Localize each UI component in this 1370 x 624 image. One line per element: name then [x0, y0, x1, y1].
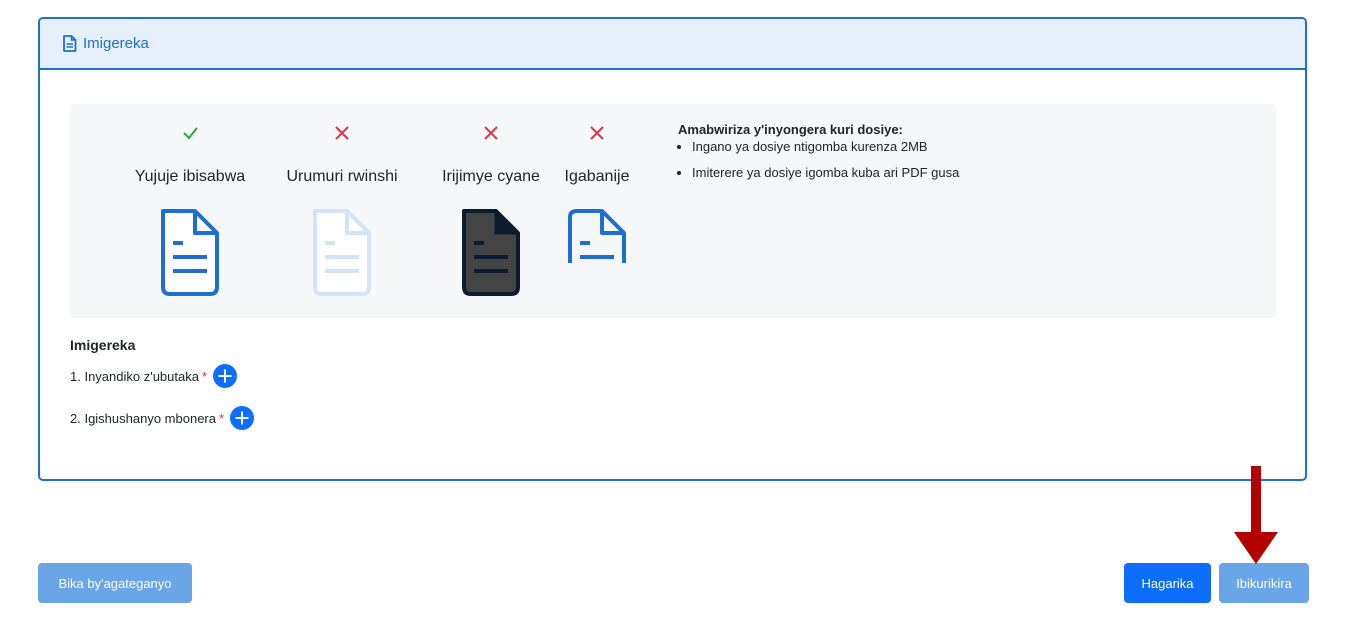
document-dark-icon [456, 207, 526, 302]
attachments-title: Imigereka [70, 337, 136, 353]
document-bright-icon [307, 207, 377, 302]
attachment-label: 1. Inyandiko z'ubutaka [70, 368, 199, 384]
attachment-label: 2. Igishushanyo mbonera [70, 410, 216, 426]
cross-icon [522, 122, 672, 144]
rule-item: Imiterere ya dosiye igomba kuba ari PDF … [692, 165, 959, 181]
document-good-icon [155, 207, 225, 302]
required-asterisk: * [201, 368, 208, 384]
cross-icon [267, 122, 417, 144]
check-icon [115, 122, 265, 144]
add-file-icon[interactable] [213, 364, 238, 388]
example-label: Igabanije [564, 168, 630, 185]
example-label: Yujuje ibisabwa [134, 168, 246, 185]
attachments-card: Imigereka Yujuje ibisabwa Urumuri rwinsh… [38, 17, 1307, 481]
upload-rules: Amabwiriza y'inyongera kuri dosiye: Inga… [678, 122, 959, 191]
attachment-item-site-plan: 2. Igishushanyo mbonera * [70, 406, 255, 430]
card-title: Imigereka [83, 35, 149, 52]
required-asterisk: * [218, 410, 225, 426]
rules-title: Amabwiriza y'inyongera kuri dosiye: [678, 122, 903, 137]
file-text-icon [62, 35, 77, 52]
attachment-item-land-documents: 1. Inyandiko z'ubutaka * [70, 364, 238, 388]
upload-guide: Yujuje ibisabwa Urumuri rwinshi Irijimye… [70, 104, 1276, 318]
arrow-down-icon [1232, 466, 1280, 571]
document-cropped-icon [562, 207, 632, 272]
cancel-button[interactable]: Hagarika [1124, 563, 1211, 603]
rules-list: Ingano ya dosiye ntigomba kurenza 2MB Im… [678, 139, 959, 181]
example-label: Urumuri rwinshi [286, 168, 398, 185]
rule-item: Ingano ya dosiye ntigomba kurenza 2MB [692, 139, 959, 155]
card-header: Imigereka [40, 19, 1305, 70]
save-draft-button[interactable]: Bika by'agateganyo [38, 563, 192, 603]
add-file-icon[interactable] [230, 406, 255, 430]
